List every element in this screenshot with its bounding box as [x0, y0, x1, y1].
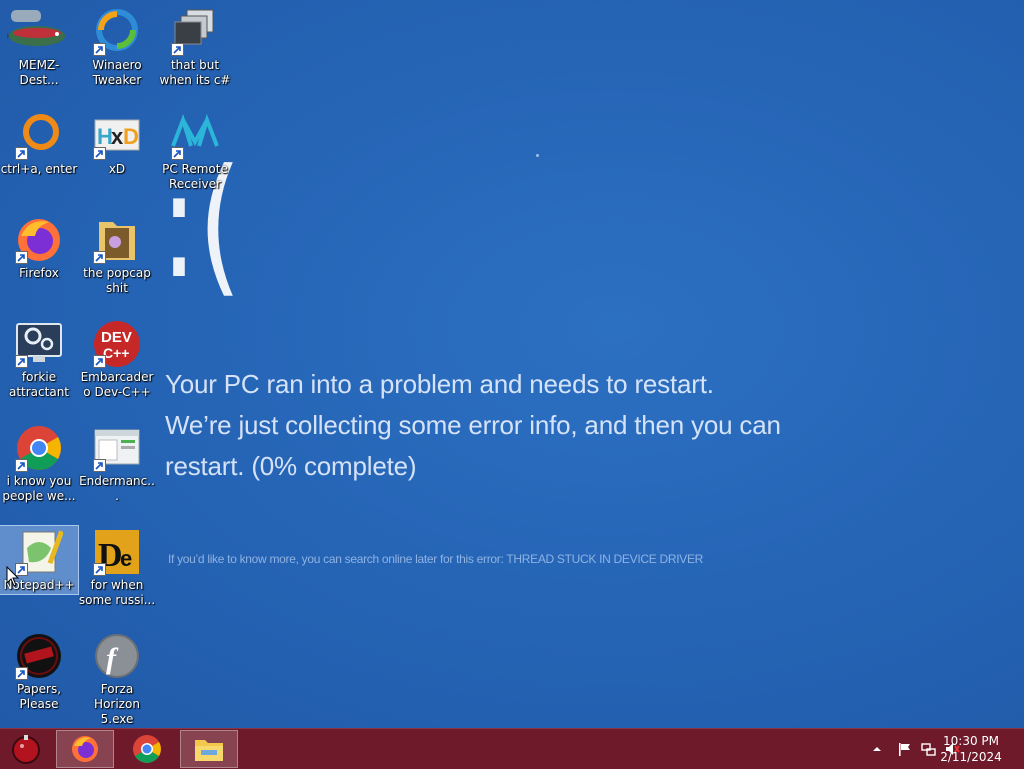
desktop-icon-label: Endermanc...: [79, 474, 155, 503]
desktop-icon-label: Firefox: [19, 266, 59, 280]
desktop-icon-label: that but when its c#: [159, 58, 231, 87]
clock-date: 2/11/2024: [940, 750, 1002, 764]
desktop-icon-label: MEMZ-Dest...: [18, 58, 60, 87]
desktop-icon-de[interactable]: De for when some russi...: [78, 520, 156, 608]
taskbar: 10:30 PM 2/11/2024: [0, 728, 1024, 769]
desktop-icon-label: xD: [108, 162, 126, 176]
winaero-icon: [93, 8, 141, 56]
clock-time: 10:30 PM: [943, 734, 999, 748]
desktop-icon-popcap[interactable]: the popcap shit: [78, 208, 156, 296]
hxd-icon: HxD: [93, 112, 141, 160]
shortcut-arrow-icon: [15, 147, 28, 160]
desktop-icon-label: PC Remote Receiver: [162, 162, 228, 191]
shortcut-arrow-icon: [93, 147, 106, 160]
desktop-icon-ctrl-a-enter[interactable]: ctrl+a, enter: [0, 104, 78, 177]
svg-text:e: e: [120, 546, 132, 571]
shortcut-arrow-icon: [15, 251, 28, 264]
start-button[interactable]: [0, 730, 52, 768]
svg-text:D: D: [123, 124, 139, 149]
stacked-windows-icon: [171, 8, 219, 56]
shortcut-arrow-icon: [171, 147, 184, 160]
firefox-icon: [15, 216, 63, 264]
folder-icon: [93, 216, 141, 264]
desktop-icon-label: the popcap shit: [83, 266, 151, 295]
taskbar-firefox[interactable]: [56, 730, 114, 768]
shortcut-arrow-icon: [93, 459, 106, 472]
desktop-icon-label: Embarcadero Dev-C++: [80, 370, 154, 399]
desktop-icon-label: Papers, Please: [16, 682, 62, 711]
desktop-icon-label: i know you people we...: [2, 474, 76, 503]
desktop-icon-memz[interactable]: MEMZ-Dest...: [0, 0, 78, 100]
svg-text:C++: C++: [103, 345, 129, 361]
desktop-icon-label: for when some russi...: [78, 578, 156, 607]
notepadpp-icon: [15, 528, 64, 576]
shortcut-arrow-icon: [15, 667, 28, 680]
mouse-cursor: [6, 566, 20, 587]
taskbar-chrome[interactable]: [118, 730, 176, 768]
desktop-icon-xd[interactable]: HxD xD: [78, 104, 156, 177]
firefox-icon: [72, 736, 98, 762]
desktop-icon-label: Winaero Tweaker: [92, 58, 142, 87]
desktop-icon-forza[interactable]: f Forza Horizon 5.exe: [78, 624, 156, 727]
shortcut-arrow-icon: [93, 43, 106, 56]
folder-icon: [195, 740, 223, 761]
desktop-icon-winaero[interactable]: Winaero Tweaker: [78, 0, 156, 88]
bsod-message: Your PC ran into a problem and needs to …: [165, 369, 781, 481]
action-center-flag-icon[interactable]: [896, 741, 912, 757]
system-tray: 10:30 PM 2/11/2024: [824, 729, 1024, 769]
desktop-icon-csharp[interactable]: that but when its c#: [156, 0, 234, 88]
chrome-icon: [133, 735, 161, 763]
shortcut-arrow-icon: [93, 563, 106, 576]
desktop-icon-label: ctrl+a, enter: [0, 162, 78, 176]
de-icon: De: [93, 528, 141, 576]
bsod-speck: [536, 154, 539, 157]
shortcut-arrow-icon: [15, 355, 28, 368]
shortcut-arrow-icon: [171, 43, 184, 56]
chrome-icon: [15, 424, 63, 472]
show-hidden-icons-icon[interactable]: [872, 744, 888, 760]
shortcut-arrow-icon: [15, 459, 28, 472]
shortcut-arrow-icon: [93, 251, 106, 264]
clock[interactable]: 10:30 PM 2/11/2024: [936, 733, 1006, 765]
pc-remote-icon: [171, 112, 219, 160]
svg-text:DEV: DEV: [101, 329, 132, 346]
window-app-icon: [93, 424, 141, 472]
shortcut-arrow-icon: [93, 355, 106, 368]
desktop-icon-pc-remote[interactable]: PC Remote Receiver: [156, 104, 234, 192]
devcpp-icon: DEV C++: [93, 320, 141, 368]
settings-monitor-icon: [15, 320, 63, 368]
bsod-detail: If you’d like to know more, you can sear…: [168, 552, 704, 566]
taskbar-file-explorer[interactable]: [180, 730, 238, 768]
desktop-icon-label: forkie attractant: [8, 370, 70, 399]
network-icon[interactable]: [920, 741, 936, 757]
desktop-icon-endermanch[interactable]: Endermanc...: [78, 416, 156, 504]
desktop-icon-forkie[interactable]: forkie attractant: [0, 312, 78, 400]
desktop: :( Your PC ran into a problem and needs …: [0, 0, 1024, 728]
desktop-icon-devcpp[interactable]: DEV C++ Embarcadero Dev-C++: [78, 312, 156, 400]
desktop-icon-papers-please[interactable]: Papers, Please: [0, 624, 78, 712]
desktop-icon-label: Forza Horizon 5.exe: [94, 682, 140, 726]
desktop-icon-firefox[interactable]: Firefox: [0, 208, 78, 281]
orange-ring-icon: [15, 112, 63, 160]
start-orb-icon: [12, 735, 40, 764]
fish-icon: [7, 8, 65, 56]
flash-icon: f: [93, 632, 141, 680]
desktop-icon-chrome[interactable]: i know you people we...: [0, 416, 78, 504]
papers-please-icon: [15, 632, 63, 680]
